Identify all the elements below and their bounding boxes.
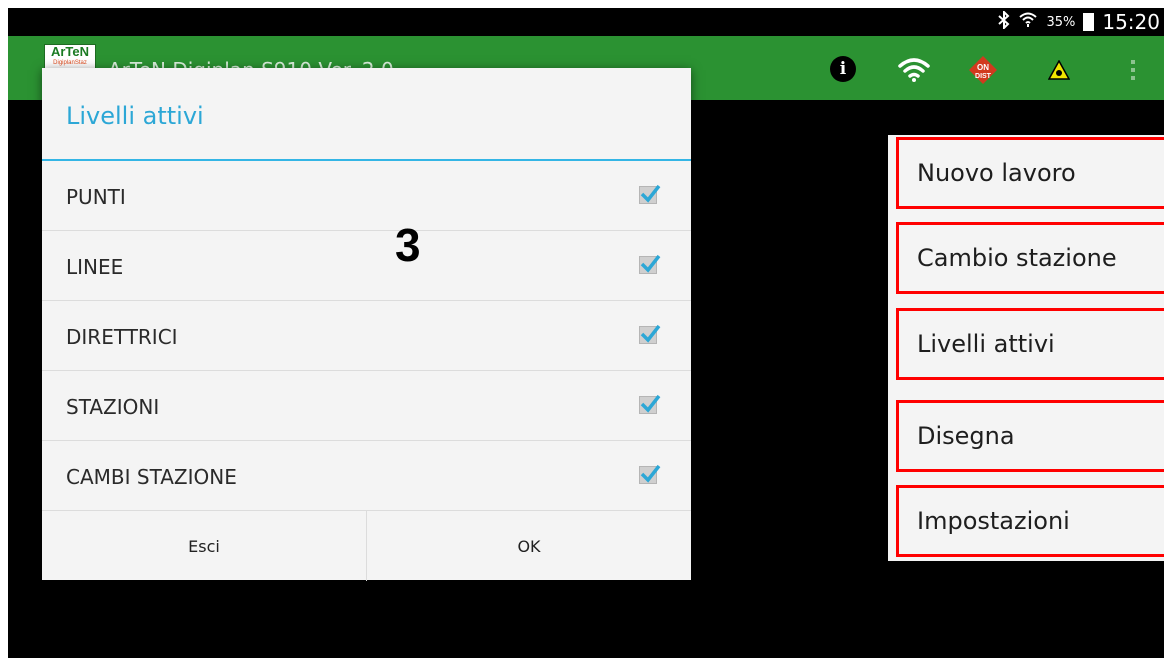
layer-checkbox[interactable]: [639, 394, 661, 414]
layer-row-punti[interactable]: PUNTI: [42, 161, 691, 231]
livelli-attivi-dialog: Livelli attivi PUNTI LINEE DIRETTRICI ST…: [42, 68, 691, 581]
layer-row-stazioni[interactable]: STAZIONI: [42, 371, 691, 441]
options-menu: Nuovo lavoro Cambio stazione Livelli att…: [888, 135, 1164, 561]
battery-percent: 35%: [1046, 14, 1076, 30]
status-bar-right: 35% 15:20: [998, 8, 1160, 36]
logo-subtext: DigiplanStaz: [53, 60, 87, 66]
menu-item-label: Nuovo lavoro: [917, 159, 1076, 187]
layer-checkbox[interactable]: [639, 254, 661, 274]
menu-item-label: Livelli attivi: [917, 330, 1055, 358]
clock: 15:20: [1102, 10, 1160, 34]
menu-item-disegna[interactable]: Disegna: [896, 400, 1164, 472]
layer-label: PUNTI: [66, 185, 126, 209]
layer-row-linee[interactable]: LINEE: [42, 231, 691, 301]
status-bar: 35% 15:20: [8, 8, 1164, 36]
layer-checkbox[interactable]: [639, 184, 661, 204]
layer-row-direttrici[interactable]: DIRETTRICI: [42, 301, 691, 371]
esci-button[interactable]: Esci: [42, 511, 367, 581]
bluetooth-icon: [998, 9, 1010, 34]
step-number-annotation: 3: [395, 219, 421, 271]
menu-item-label: Impostazioni: [917, 507, 1070, 535]
overflow-menu-icon[interactable]: [1128, 56, 1138, 84]
menu-item-livelli-attivi[interactable]: Livelli attivi: [896, 308, 1164, 380]
on-dist-dist-text: DIST: [975, 73, 992, 80]
on-dist-on-text: ON: [977, 63, 989, 72]
layer-row-cambi-stazione[interactable]: CAMBI STAZIONE: [42, 441, 691, 511]
layer-label: LINEE: [66, 255, 124, 279]
layer-label: CAMBI STAZIONE: [66, 465, 237, 489]
menu-item-impostazioni[interactable]: Impostazioni: [896, 485, 1164, 557]
layer-label: DIRETTRICI: [66, 325, 178, 349]
dialog-title: Livelli attivi: [66, 102, 204, 130]
menu-item-label: Cambio stazione: [917, 244, 1117, 272]
layer-checkbox[interactable]: [639, 324, 661, 344]
wifi-icon[interactable]: [896, 56, 932, 84]
ok-button[interactable]: OK: [367, 511, 691, 581]
layer-label: STAZIONI: [66, 395, 160, 419]
laser-warning-icon[interactable]: [1046, 56, 1072, 84]
info-icon[interactable]: i: [830, 56, 856, 82]
logo-text: ArTeN: [50, 44, 90, 59]
app-screen: 35% 15:20 ArTeN DigiplanStaz ArTeN Digip…: [8, 8, 1164, 658]
menu-item-cambio-stazione[interactable]: Cambio stazione: [896, 222, 1164, 294]
wifi-signal-icon: [1018, 11, 1038, 34]
menu-item-label: Disegna: [917, 422, 1015, 450]
layer-list: PUNTI LINEE DIRETTRICI STAZIONI CAMBI ST…: [42, 161, 691, 511]
dialog-button-bar: Esci OK: [42, 510, 691, 581]
app-logo: ArTeN DigiplanStaz: [44, 44, 96, 70]
layer-checkbox[interactable]: [639, 464, 661, 484]
on-dist-icon[interactable]: ON DIST: [968, 56, 998, 84]
battery-icon: [1083, 13, 1095, 31]
menu-item-nuovo-lavoro[interactable]: Nuovo lavoro: [896, 137, 1164, 209]
